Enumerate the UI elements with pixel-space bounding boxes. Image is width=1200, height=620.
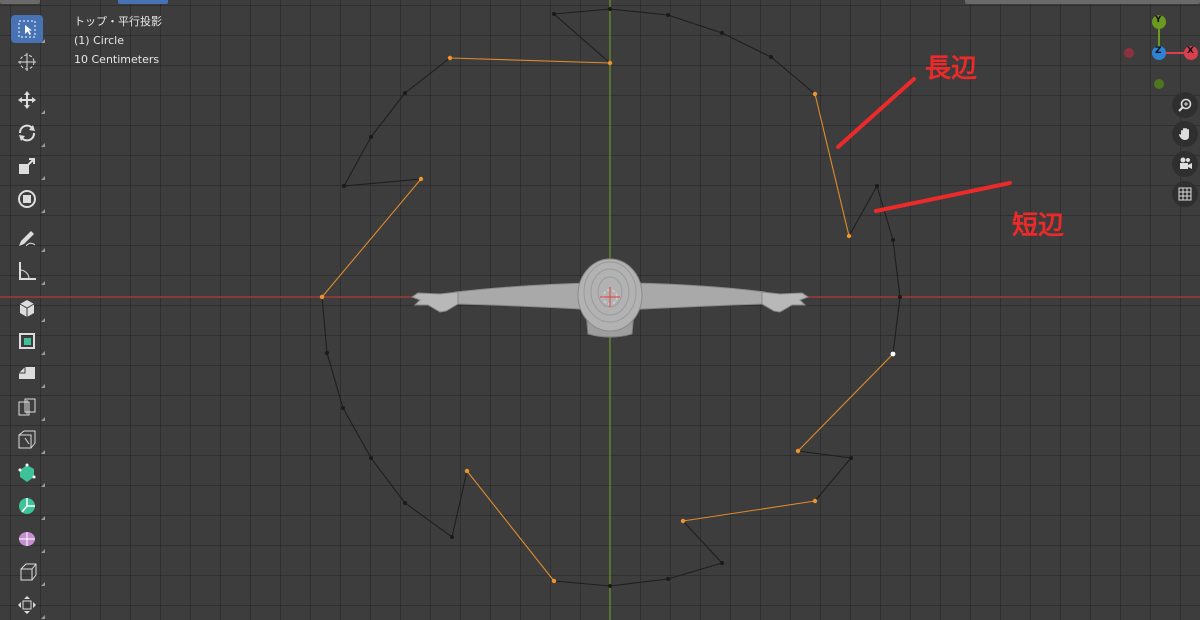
edge-slide-tool-button[interactable]: [11, 591, 45, 619]
add-cube-icon: [19, 300, 35, 317]
move-tool-button[interactable]: [11, 86, 45, 114]
edge-slide-icon: [18, 596, 36, 614]
bevel-tool-button[interactable]: [11, 393, 45, 421]
circle-edges-selected: [814, 93, 850, 237]
3d-viewport[interactable]: Y Z X トップ・平行投影 (1) Circle 10 Centimeters…: [0, 0, 1200, 620]
rotate-icon: [19, 124, 35, 142]
extrude-region-tool-button[interactable]: [11, 327, 45, 355]
scale-icon: [19, 158, 35, 174]
circle-edges-selected: [321, 178, 422, 298]
viewport-scene[interactable]: [0, 0, 1200, 620]
transform-icon: [18, 190, 36, 208]
circle-edges-selected: [682, 500, 816, 522]
circle-edges-selected: [797, 353, 894, 452]
extrude-region-icon: [19, 333, 35, 349]
view-name-label: トップ・平行投影: [74, 15, 162, 28]
hand-icon: [1179, 128, 1189, 140]
cursor-icon: [18, 53, 36, 71]
poly-build-icon: [19, 498, 35, 514]
circle-edges-selected: [449, 57, 611, 64]
active-vertex: [890, 351, 896, 357]
camera-icon: [1180, 157, 1192, 169]
inset-faces-icon: [19, 367, 35, 379]
spin-tool-button[interactable]: [11, 525, 45, 553]
scale-label: 10 Centimeters: [74, 53, 160, 66]
zoom-view-button[interactable]: [1172, 92, 1198, 118]
select-box-icon: [18, 20, 36, 38]
rotate-tool-button[interactable]: [11, 119, 45, 147]
gizmo-x-label: X: [1187, 46, 1194, 56]
select-box-tool-button[interactable]: [11, 15, 45, 43]
pan-view-button[interactable]: [1172, 121, 1198, 147]
loop-cut-icon: [18, 430, 36, 449]
loop-cut-tool-button[interactable]: [11, 426, 45, 454]
move-icon: [18, 91, 36, 109]
smooth-tool-button[interactable]: [11, 558, 45, 586]
poly-build-tool-button[interactable]: [11, 492, 45, 520]
cursor-tool-button[interactable]: [11, 48, 43, 76]
annotate-icon: [19, 231, 36, 247]
short-edge-pointer-line: [874, 181, 1012, 213]
annotate-tool-button[interactable]: [11, 224, 45, 252]
circle-edges-unselected: [552, 8, 611, 64]
circle-edges-unselected: [797, 450, 853, 502]
gizmo-y-label: Y: [1155, 15, 1162, 25]
gizmo-z-label: Z: [1155, 46, 1162, 56]
inset-faces-tool-button[interactable]: [11, 360, 45, 388]
character-mesh[interactable]: [410, 258, 810, 338]
gizmo-neg-y: [1154, 79, 1164, 89]
knife-icon: [18, 463, 36, 482]
grid-icon: [1178, 187, 1192, 201]
circle-edges-unselected: [609, 8, 816, 95]
long-edge-pointer-line: [836, 77, 916, 149]
measure-icon: [19, 262, 36, 280]
zoom-icon: [1178, 98, 1192, 112]
camera-view-button[interactable]: [1172, 151, 1198, 177]
spin-icon: [19, 532, 35, 546]
add-cube-tool-button[interactable]: [11, 294, 45, 322]
gizmo-neg-x: [1124, 48, 1134, 58]
transform-tool-button[interactable]: [11, 185, 45, 213]
circle-edges-unselected: [321, 296, 468, 538]
measure-tool-button[interactable]: [11, 257, 45, 285]
ortho-toggle-button[interactable]: [1172, 181, 1198, 207]
circle-edges-unselected: [343, 57, 451, 187]
short-edge-label: 短辺: [1012, 211, 1065, 241]
object-label: (1) Circle: [74, 34, 124, 47]
circle-edges-unselected: [553, 520, 724, 587]
smooth-icon: [20, 563, 37, 581]
bevel-icon: [18, 398, 36, 416]
knife-tool-button[interactable]: [11, 459, 45, 487]
scale-tool-button[interactable]: [11, 152, 45, 180]
header-strip-right[interactable]: [965, 0, 1200, 4]
header-strip-left: [0, 0, 40, 4]
circle-edges-selected: [466, 470, 555, 582]
long-edge-label: 長辺: [925, 54, 978, 84]
header-strip-mode[interactable]: [118, 0, 168, 4]
